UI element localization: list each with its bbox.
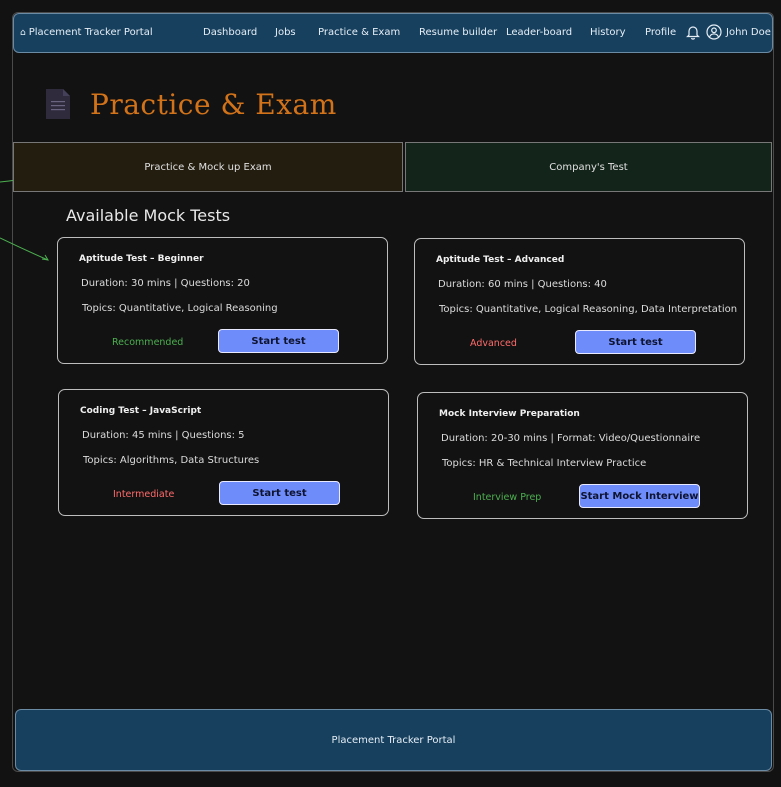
card-title: Mock Interview Preparation [439,409,580,419]
tab-label: Practice & Mock up Exam [144,161,272,173]
card-tag: Interview Prep [473,492,542,503]
nav-item-history[interactable]: History [590,27,626,38]
card-duration: Duration: 20-30 mins | Format: Video/Que… [441,433,701,444]
section-title: Available Mock Tests [66,206,231,225]
footer-text: Placement Tracker Portal [331,734,456,746]
card-tag: Intermediate [113,489,175,500]
footer: Placement Tracker Portal [15,709,772,771]
nav-item-practice-exam[interactable]: Practice & Exam [318,27,400,38]
nav-item-leaderboard[interactable]: Leader-board [506,27,572,38]
card-title: Aptitude Test – Beginner [79,254,204,264]
top-navbar: ⌂ Placement Tracker Portal Dashboard Job… [13,13,773,53]
user-name: John Doe [726,26,771,38]
card-topics: Topics: Quantitative, Logical Reasoning [82,303,278,314]
start-test-button[interactable]: Start test [219,481,340,505]
card-title: Coding Test – JavaScript [80,406,202,416]
card-title: Aptitude Test – Advanced [436,255,565,265]
bell-icon[interactable] [686,24,700,40]
start-test-button[interactable]: Start test [218,329,339,353]
page-title: Practice & Exam [90,88,337,121]
home-icon: ⌂ [20,27,26,38]
tab-company-test[interactable]: Company's Test [405,142,772,192]
card-tag: Recommended [112,337,184,348]
nav-item-dashboard[interactable]: Dashboard [203,27,257,38]
mock-test-card: Coding Test – JavaScript Duration: 45 mi… [58,389,389,516]
mock-test-card: Aptitude Test – Advanced Duration: 60 mi… [414,238,745,365]
tab-label: Company's Test [549,161,628,173]
tab-practice-mock-exam[interactable]: Practice & Mock up Exam [13,142,403,192]
card-topics: Topics: Algorithms, Data Structures [83,455,260,466]
card-duration: Duration: 30 mins | Questions: 20 [81,278,250,289]
start-mock-interview-button[interactable]: Start Mock Interview [579,484,700,508]
brand[interactable]: ⌂ Placement Tracker Portal [20,27,153,38]
nav-item-resume-builder[interactable]: Resume builder [419,27,497,38]
user-menu[interactable]: John Doe [706,24,771,40]
nav-item-jobs[interactable]: Jobs [275,27,296,38]
brand-label: Placement Tracker Portal [28,27,153,38]
card-duration: Duration: 60 mins | Questions: 40 [438,279,607,290]
nav-item-profile[interactable]: Profile [645,27,676,38]
start-test-button[interactable]: Start test [575,330,696,354]
card-duration: Duration: 45 mins | Questions: 5 [82,430,245,441]
card-topics: Topics: Quantitative, Logical Reasoning,… [439,304,738,315]
mock-test-card: Mock Interview Preparation Duration: 20-… [417,392,748,519]
card-tag: Advanced [470,338,517,349]
mock-test-card: Aptitude Test – Beginner Duration: 30 mi… [57,237,388,364]
card-topics: Topics: HR & Technical Interview Practic… [442,458,647,469]
document-icon [46,89,70,119]
user-icon [706,24,722,40]
